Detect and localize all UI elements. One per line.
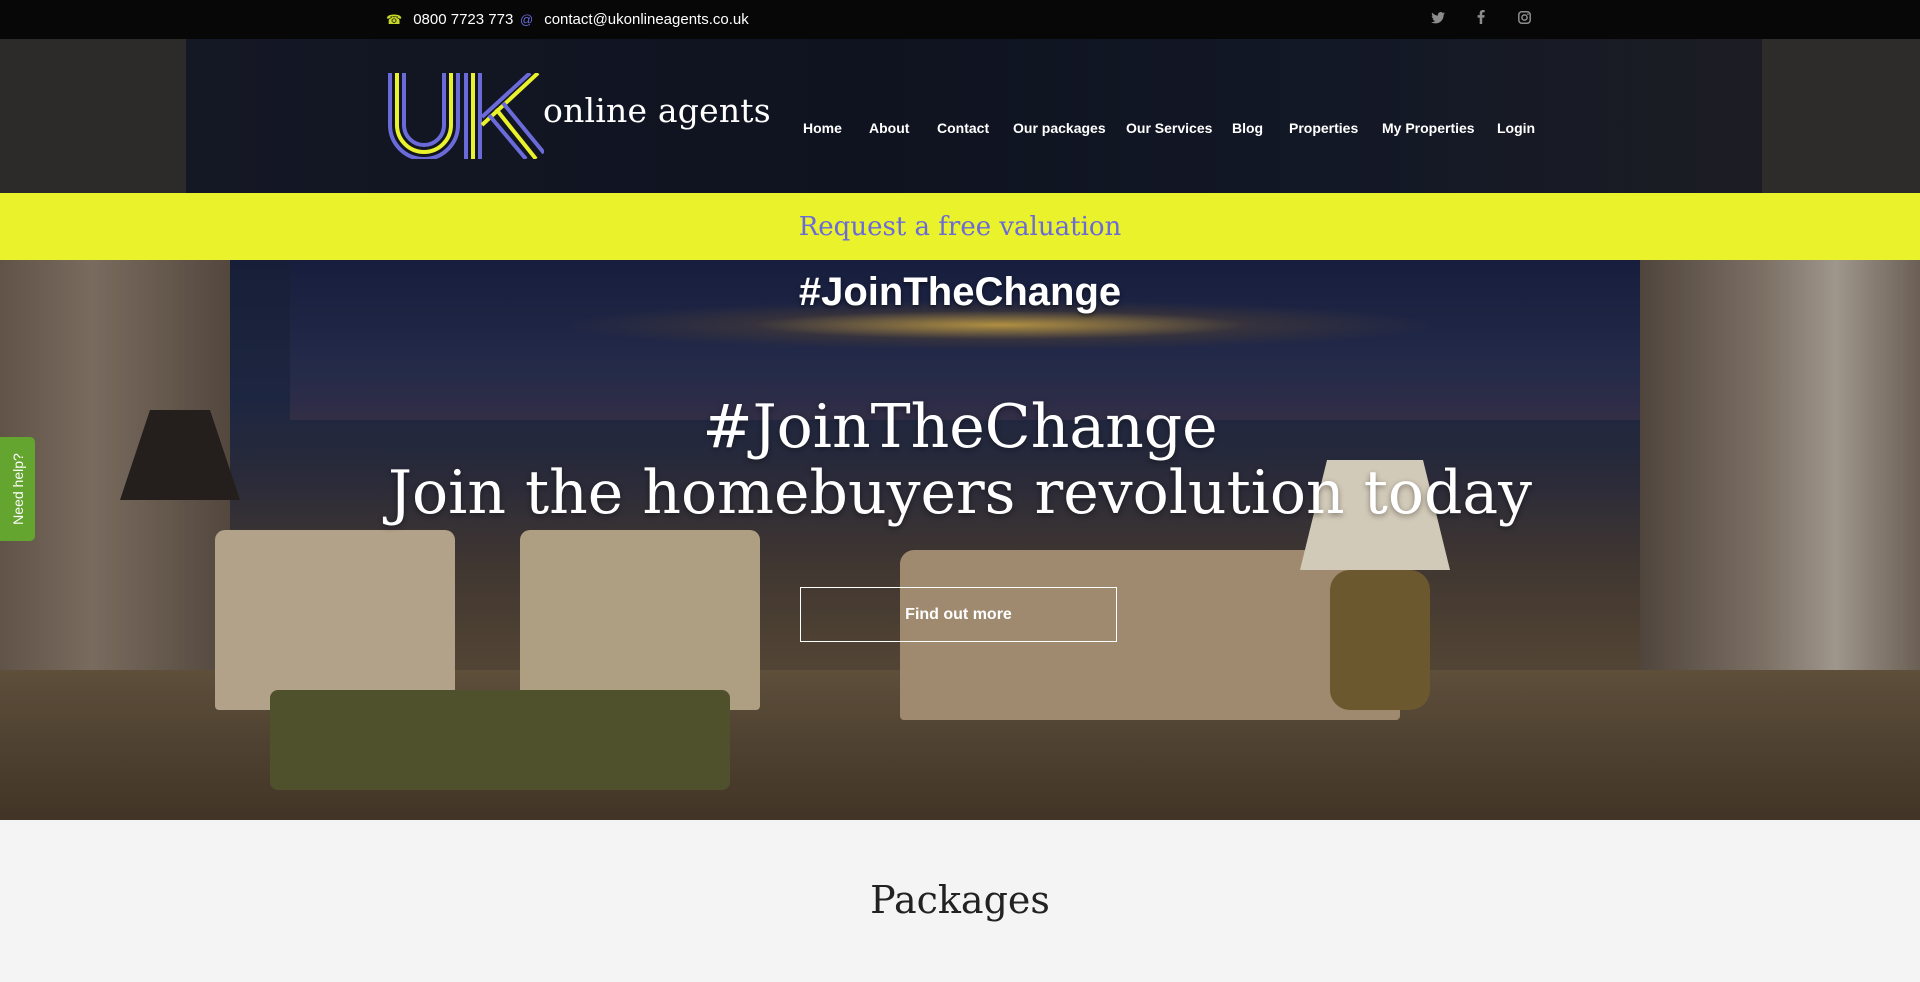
uk-logo-mark-icon <box>388 71 546 161</box>
nav-contact[interactable]: Contact <box>937 120 989 138</box>
hero-section: #JoinTheChange #JoinTheChange Join the h… <box>0 260 1920 820</box>
instagram-icon[interactable] <box>1515 10 1533 28</box>
email-link[interactable]: @ contact@ukonlineagents.co.uk <box>520 0 749 39</box>
twitter-icon[interactable] <box>1429 10 1447 28</box>
need-help-tab[interactable]: Need help? <box>0 437 35 541</box>
find-out-more-button[interactable]: Find out more <box>800 587 1117 642</box>
logo-wordmark: online agents <box>543 91 771 130</box>
nav-blog[interactable]: Blog <box>1232 120 1263 138</box>
packages-heading: Packages <box>870 878 1050 922</box>
phone-number: 0800 7723 773 <box>413 11 514 28</box>
packages-section: Packages <box>0 820 1920 982</box>
site-logo[interactable] <box>386 71 546 164</box>
hero-hashtag-large: #JoinTheChange <box>702 392 1218 462</box>
email-address: contact@ukonlineagents.co.uk <box>544 11 749 28</box>
need-help-label: Need help? <box>9 453 26 525</box>
nav-our-packages[interactable]: Our packages <box>1013 120 1106 138</box>
facebook-icon[interactable] <box>1472 9 1490 28</box>
nav-home[interactable]: Home <box>803 120 842 138</box>
nav-about[interactable]: About <box>869 120 909 138</box>
hero-overlay <box>0 260 1920 820</box>
nav-our-services[interactable]: Our Services <box>1126 120 1212 138</box>
nav-my-properties[interactable]: My Properties <box>1382 120 1475 138</box>
at-icon: @ <box>520 12 534 27</box>
free-valuation-banner[interactable]: Request a free valuation <box>0 193 1920 260</box>
phone-link[interactable]: ☎ 0800 7723 773 <box>386 0 513 39</box>
nav-login[interactable]: Login <box>1497 120 1535 138</box>
site-header: online agents Home About Contact Our pac… <box>0 39 1920 193</box>
top-contact-bar: ☎ 0800 7723 773 @ contact@ukonlineagents… <box>0 0 1920 39</box>
nav-properties[interactable]: Properties <box>1289 120 1358 138</box>
phone-icon: ☎ <box>386 11 403 27</box>
free-valuation-link[interactable]: Request a free valuation <box>799 212 1122 242</box>
hero-title: Join the homebuyers revolution today <box>387 458 1533 528</box>
hero-hashtag: #JoinTheChange <box>798 270 1122 314</box>
